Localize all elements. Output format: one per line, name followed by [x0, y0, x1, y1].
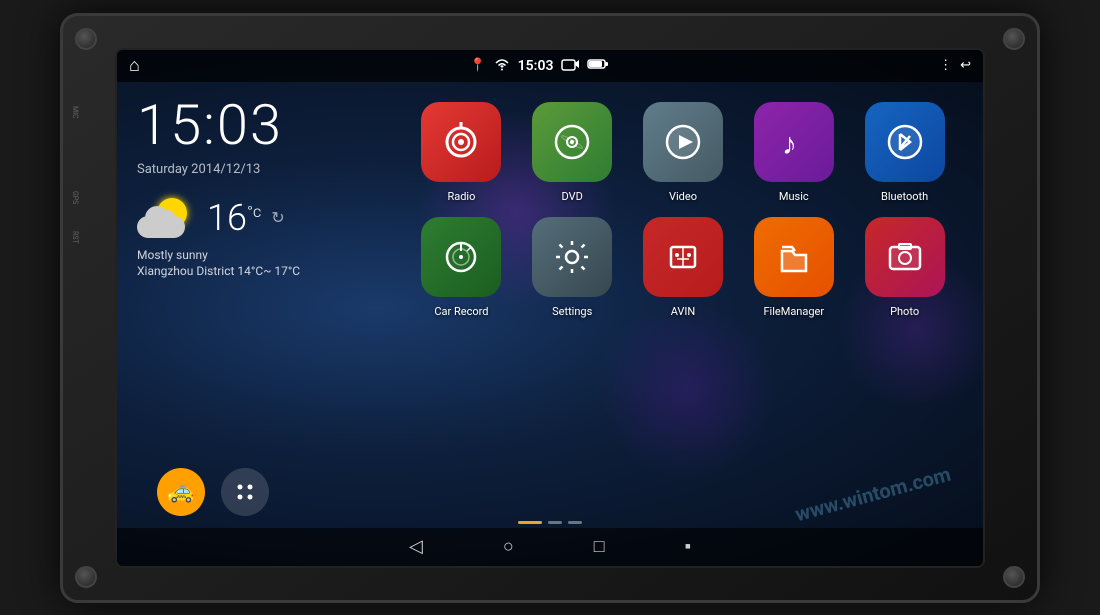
- app-label-music: Music: [779, 190, 809, 203]
- nav-home-icon[interactable]: ○: [503, 536, 514, 557]
- status-home-icon[interactable]: ⌂: [129, 55, 140, 76]
- page-dot-0[interactable]: [518, 521, 542, 524]
- gps-label: GPS: [71, 191, 79, 204]
- page-dot-1[interactable]: [548, 521, 562, 524]
- status-right: ⋮ ↩: [939, 58, 971, 73]
- app-icon-carrecord: [421, 217, 501, 297]
- taxi-icon-button[interactable]: 🚕: [157, 468, 205, 516]
- screw-tl: [75, 28, 97, 50]
- screen-frame: ⌂ 📍 15:03: [115, 48, 985, 568]
- app-label-dvd: DVD: [562, 190, 583, 203]
- app-icon-bluetooth: [865, 102, 945, 182]
- camera-icon: [561, 57, 579, 75]
- page-dot-2[interactable]: [568, 521, 582, 524]
- screw-bl: [75, 566, 97, 588]
- app-label-radio: Radio: [447, 190, 475, 203]
- app-icon-dvd: [532, 102, 612, 182]
- app-dvd[interactable]: DVD: [524, 102, 621, 203]
- mic-label: MIC: [71, 106, 79, 119]
- screw-tr: [1003, 28, 1025, 50]
- screen-content: ⌂ 📍 15:03: [117, 50, 983, 566]
- nav-back-icon[interactable]: ◁: [409, 536, 423, 557]
- app-filemanager[interactable]: FileManager: [745, 217, 842, 318]
- app-video[interactable]: Video: [635, 102, 732, 203]
- status-time: 15:03: [518, 58, 554, 74]
- device-frame: MIC GPS RST ⌂ 📍: [60, 13, 1040, 603]
- app-icon-photo: [865, 217, 945, 297]
- app-label-avin: AVIN: [671, 305, 696, 318]
- location-icon: 📍: [469, 58, 485, 73]
- nav-recent-icon[interactable]: □: [594, 536, 605, 557]
- app-label-filemanager: FileManager: [763, 305, 824, 318]
- status-left: ⌂: [129, 55, 140, 76]
- bottom-quick-icons: 🚕: [157, 468, 269, 516]
- app-avin[interactable]: AVIN: [635, 217, 732, 318]
- weather-icon: [137, 198, 197, 238]
- menu-dots-icon[interactable]: ⋮: [939, 58, 952, 73]
- wifi-icon: [494, 57, 510, 75]
- rst-label: RST: [71, 231, 79, 244]
- date-display: Saturday 2014/12/13: [137, 162, 367, 177]
- app-icon-filemanager: [754, 217, 834, 297]
- weather-description: Mostly sunny: [137, 247, 367, 264]
- app-label-photo: Photo: [890, 305, 919, 318]
- cloud-icon: [137, 216, 185, 238]
- app-label-carrecord: Car Record: [434, 305, 488, 318]
- weather-section: 16°c ↻ Mostly sunny Xiangzhou District 1…: [137, 197, 367, 281]
- app-bluetooth[interactable]: Bluetooth: [856, 102, 953, 203]
- app-label-bluetooth: Bluetooth: [881, 190, 928, 203]
- temperature-display: 16°c: [207, 197, 261, 239]
- status-center: 📍 15:03: [469, 57, 609, 75]
- app-icon-music: ♪: [754, 102, 834, 182]
- svg-text:♪: ♪: [782, 127, 797, 162]
- battery-icon: [587, 58, 609, 74]
- app-label-settings: Settings: [552, 305, 592, 318]
- nav-extra-icon[interactable]: ▪: [685, 536, 691, 557]
- app-photo[interactable]: Photo: [856, 217, 953, 318]
- left-panel: 15:03 Saturday 2014/12/13 16°c ↻ Mostly …: [137, 92, 367, 552]
- app-radio[interactable]: Radio: [413, 102, 510, 203]
- weather-location: Xiangzhou District 14°C~ 17°C: [137, 263, 367, 280]
- page-indicator: [518, 521, 582, 524]
- app-grid: Radio DVD Video ♪ Music Bluetooth Car Record Se…: [403, 92, 963, 328]
- app-music[interactable]: ♪ Music: [745, 102, 842, 203]
- app-carrecord[interactable]: Car Record: [413, 217, 510, 318]
- app-label-video: Video: [669, 190, 697, 203]
- watermark: www.wintom.com: [793, 461, 954, 526]
- back-arrow-icon[interactable]: ↩: [960, 58, 971, 73]
- app-icon-avin: [643, 217, 723, 297]
- clock-display: 15:03: [137, 92, 367, 158]
- dots-icon-button[interactable]: [221, 468, 269, 516]
- status-bar: ⌂ 📍 15:03: [117, 50, 983, 82]
- screw-br: [1003, 566, 1025, 588]
- refresh-icon[interactable]: ↻: [271, 208, 284, 227]
- app-icon-settings: [532, 217, 612, 297]
- nav-bar: ◁ ○ □ ▪: [117, 528, 983, 566]
- app-icon-video: [643, 102, 723, 182]
- app-icon-radio: [421, 102, 501, 182]
- app-settings[interactable]: Settings: [524, 217, 621, 318]
